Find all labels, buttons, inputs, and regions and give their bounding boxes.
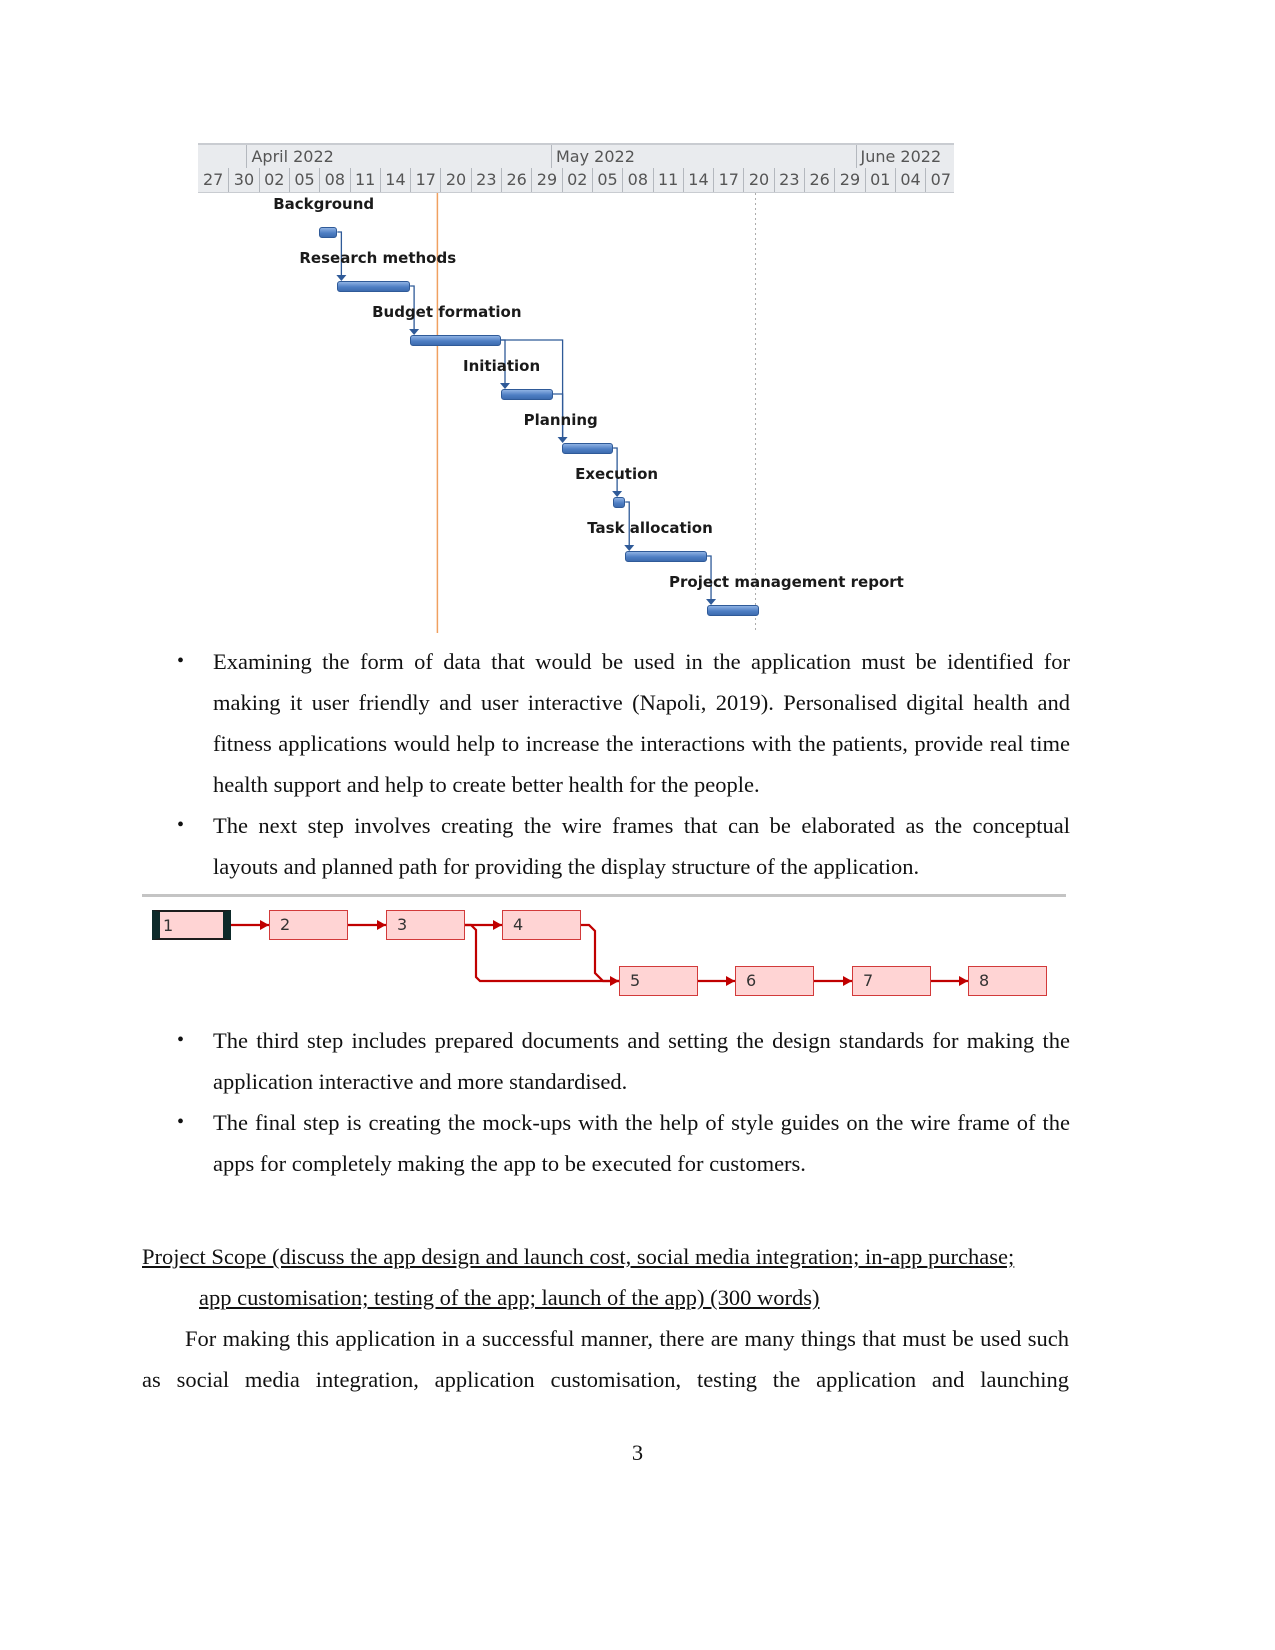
- heading-line-1: Project Scope (discuss the app design an…: [142, 1244, 1015, 1269]
- network-node[interactable]: 6: [735, 966, 814, 996]
- task-label: Planning: [523, 411, 598, 429]
- bullet-list-2: • The third step includes prepared docum…: [140, 1020, 1070, 1184]
- page-number: 3: [631, 1440, 644, 1465]
- bullet-icon: •: [177, 814, 185, 836]
- task-bar[interactable]: [625, 551, 708, 562]
- bullet-item: • The third step includes prepared docum…: [140, 1020, 1070, 1102]
- task-bar[interactable]: [501, 389, 553, 400]
- body-paragraph: For making this application in a success…: [142, 1326, 1069, 1392]
- arrowhead: [959, 976, 968, 986]
- bullet-item: • Examining the form of data that would …: [140, 641, 1070, 805]
- task-label: Project management report: [669, 573, 904, 591]
- arrowhead: [493, 920, 502, 930]
- network-node[interactable]: 4: [502, 910, 581, 940]
- task-label: Background: [273, 195, 375, 213]
- bullet-list-1: • Examining the form of data that would …: [140, 641, 1070, 887]
- task-bar[interactable]: [337, 281, 411, 292]
- bullet-icon: •: [177, 650, 185, 672]
- bullet-text: Examining the form of data that would be…: [213, 649, 1070, 797]
- arrowhead: [260, 920, 269, 930]
- task-label: Execution: [575, 465, 659, 483]
- network-node[interactable]: 1: [152, 910, 231, 940]
- arrowhead: [726, 976, 735, 986]
- task-label: Initiation: [463, 357, 541, 375]
- arrowhead: [377, 920, 386, 930]
- bullet-text: The next step involves creating the wire…: [213, 813, 1070, 879]
- network-node[interactable]: 2: [269, 910, 348, 940]
- bullet-item: • The next step involves creating the wi…: [140, 805, 1070, 887]
- gantt-chart: April 2022 May 2022 June 2022 27 30 02 05 08 11…: [198, 143, 958, 665]
- network-node[interactable]: 5: [619, 966, 698, 996]
- section-heading: Project Scope (discuss the app design an…: [142, 1236, 1069, 1318]
- heading-line-2: app customisation; testing of the app; l…: [199, 1285, 820, 1310]
- task-milestone-bar[interactable]: [319, 227, 338, 238]
- task-bar[interactable]: [561, 443, 614, 454]
- task-label: Task allocation: [587, 519, 713, 537]
- network-node[interactable]: 3: [386, 910, 465, 940]
- task-milestone-bar[interactable]: [613, 497, 626, 508]
- task-label: Budget formation: [372, 303, 522, 321]
- task-bar[interactable]: [707, 605, 759, 616]
- task-bar[interactable]: [410, 335, 501, 346]
- bullet-item: • The final step is creating the mock-up…: [140, 1102, 1070, 1184]
- bullet-text: The third step includes prepared documen…: [213, 1028, 1070, 1094]
- bullet-text: The final step is creating the mock-ups …: [213, 1110, 1070, 1176]
- task-label: Research methods: [299, 249, 457, 267]
- network-edge: [581, 923, 619, 983]
- network-diagram: 1 2 3 4 5 6 7 8: [140, 900, 1070, 1010]
- network-node[interactable]: 7: [852, 966, 931, 996]
- bullet-icon: •: [177, 1111, 185, 1133]
- arrowhead: [843, 976, 852, 986]
- bullet-icon: •: [177, 1029, 185, 1051]
- divider: [142, 894, 1066, 897]
- network-node[interactable]: 8: [968, 966, 1047, 996]
